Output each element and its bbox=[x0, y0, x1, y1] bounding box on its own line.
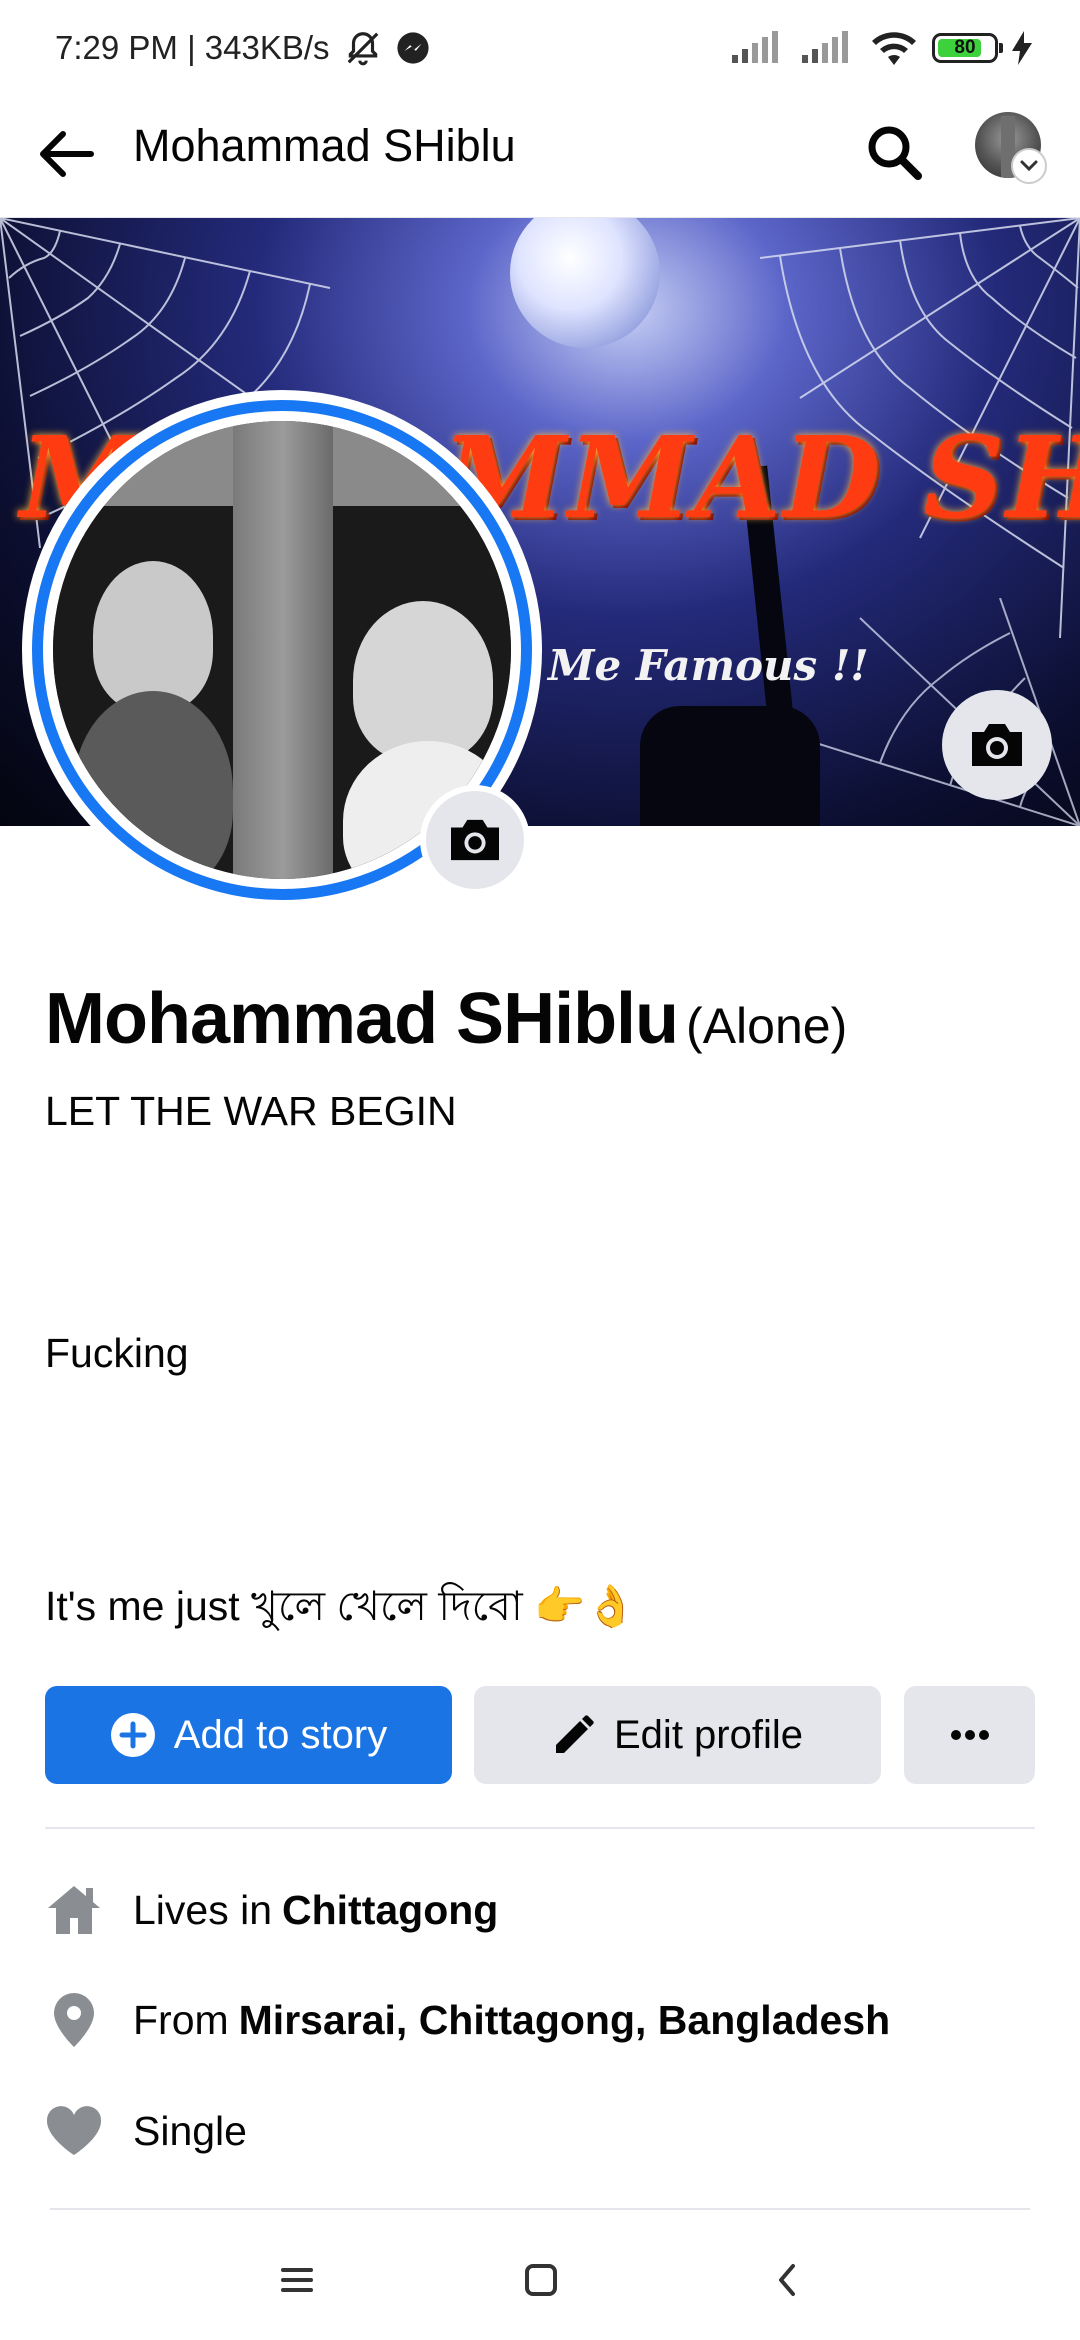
back-button[interactable] bbox=[34, 122, 98, 186]
header-title: Mohammad SHiblu bbox=[133, 120, 516, 171]
status-right: 80 bbox=[730, 22, 1032, 74]
back-arrow-icon bbox=[40, 131, 94, 177]
home-icon bbox=[45, 1881, 103, 1939]
detail-from-prefix: From bbox=[133, 1996, 229, 2043]
battery-level: 80 bbox=[954, 37, 976, 58]
edit-profile-label: Edit profile bbox=[614, 1712, 803, 1757]
status-time-speed: 7:29 PM | 343KB/s bbox=[55, 29, 330, 66]
square-icon bbox=[525, 2264, 557, 2296]
system-navigation-bar bbox=[0, 2220, 1080, 2340]
status-bar: 7:29 PM | 343KB/s 80 bbox=[0, 0, 1080, 96]
signal-icon bbox=[730, 31, 786, 65]
battery-icon: 80 bbox=[932, 33, 1003, 63]
messenger-icon bbox=[396, 31, 430, 65]
more-dots-icon bbox=[950, 1730, 989, 1740]
chevron-left-icon bbox=[779, 2264, 795, 2296]
edit-profile-picture-button[interactable] bbox=[420, 785, 530, 895]
more-options-button[interactable] bbox=[904, 1686, 1035, 1784]
grave-silhouette bbox=[640, 706, 820, 826]
recent-apps-button[interactable] bbox=[267, 2250, 327, 2310]
search-icon bbox=[868, 126, 922, 180]
plus-circle-icon bbox=[110, 1713, 155, 1757]
add-to-story-label: Add to story bbox=[173, 1712, 388, 1757]
detail-from: From Mirsarai, Chittagong, Bangladesh bbox=[45, 1985, 890, 2055]
detail-relationship: Single bbox=[45, 2096, 247, 2166]
detail-lives-in: Lives in Chittagong bbox=[45, 1875, 498, 1945]
status-left: 7:29 PM | 343KB/s bbox=[55, 22, 430, 74]
bio-line-2: Fucking bbox=[45, 1330, 189, 1376]
moon-decoration bbox=[510, 218, 660, 348]
location-pin-icon bbox=[45, 1991, 103, 2049]
signal-icon bbox=[800, 31, 856, 65]
section-divider bbox=[45, 1827, 1035, 1829]
system-back-button[interactable] bbox=[757, 2250, 817, 2310]
profile-name: Mohammad SHiblu bbox=[45, 979, 679, 1059]
profile-picture-container bbox=[22, 390, 562, 910]
cover-subtitle-text: Me Famous !! bbox=[548, 641, 869, 690]
profile-screen: 7:29 PM | 343KB/s 80 Mohammad SHiblu S M… bbox=[0, 0, 1080, 2340]
camera-icon bbox=[451, 819, 499, 861]
heart-icon bbox=[45, 2102, 103, 2160]
edit-profile-button[interactable]: Edit profile bbox=[474, 1686, 881, 1784]
home-button[interactable] bbox=[511, 2250, 571, 2310]
detail-relationship-label: Single bbox=[133, 2107, 247, 2154]
bio-line-1: LET THE WAR BEGIN bbox=[45, 1088, 457, 1134]
bio-line-3: It's me just খুলে খেলে দিবো 👉👌 bbox=[45, 1583, 637, 1629]
section-divider bbox=[50, 2208, 1030, 2210]
charging-icon bbox=[1012, 31, 1032, 65]
detail-lives-in-prefix: Lives in bbox=[133, 1886, 273, 1933]
menu-lines-icon bbox=[281, 2268, 313, 2292]
camera-icon bbox=[972, 724, 1022, 766]
profile-alternate-name: (Alone) bbox=[686, 998, 848, 1054]
app-header: Mohammad SHiblu bbox=[0, 96, 1080, 218]
mute-bell-icon bbox=[344, 29, 382, 67]
wifi-icon bbox=[870, 29, 918, 67]
search-button[interactable] bbox=[860, 118, 928, 186]
detail-lives-in-value[interactable]: Chittagong bbox=[282, 1887, 498, 1934]
chevron-down-icon[interactable] bbox=[1011, 148, 1047, 184]
add-to-story-button[interactable]: Add to story bbox=[45, 1686, 452, 1784]
edit-cover-photo-button[interactable] bbox=[942, 690, 1052, 800]
pencil-icon bbox=[556, 1715, 594, 1753]
profile-name-line: Mohammad SHiblu (Alone) bbox=[45, 978, 847, 1060]
detail-from-value[interactable]: Mirsarai, Chittagong, Bangladesh bbox=[239, 1997, 891, 2044]
